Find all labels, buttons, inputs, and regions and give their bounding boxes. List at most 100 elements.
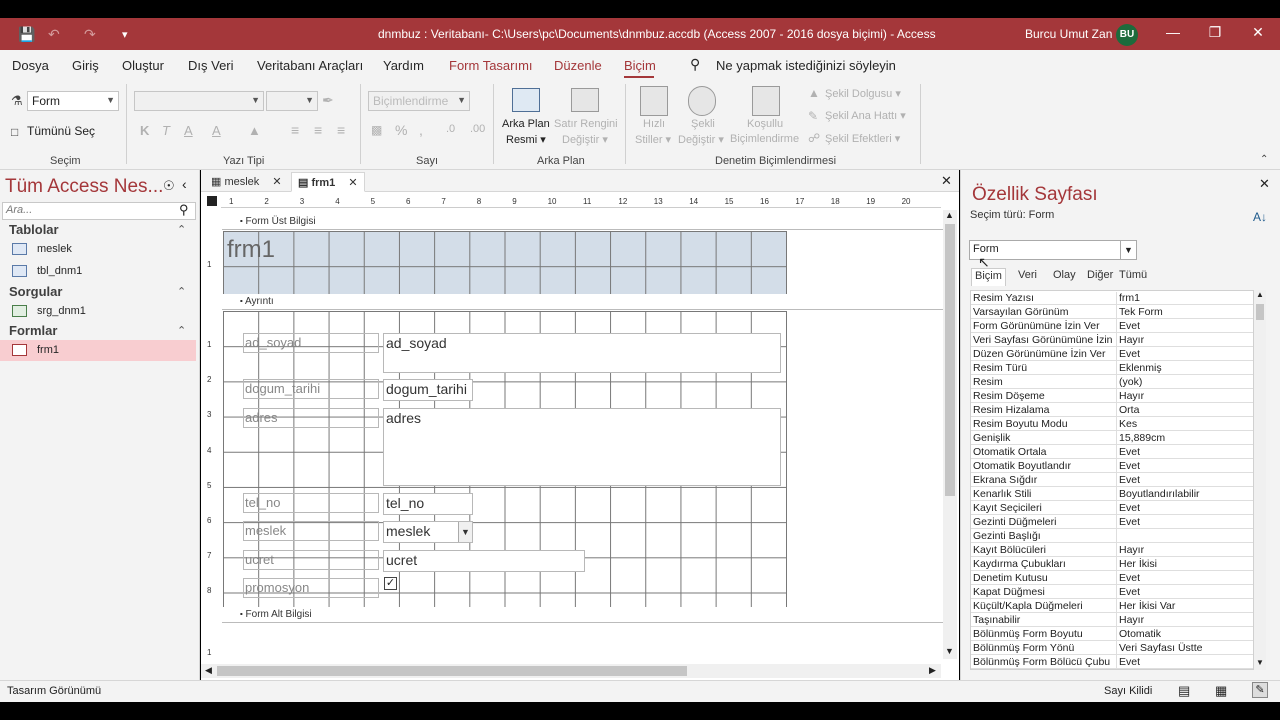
nav-item-srg-dnm1[interactable]: srg_dnm1 <box>0 301 196 322</box>
property-row[interactable]: Gezinti Düğmeleri Evet <box>971 515 1253 530</box>
property-value[interactable]: Tek Form <box>1116 306 1163 320</box>
property-value[interactable]: Hayır <box>1116 390 1144 404</box>
underline-icon[interactable]: A <box>184 123 193 138</box>
property-row[interactable]: Küçült/Kapla Düğmeleri Her İkisi Var <box>971 599 1253 614</box>
select-all-button[interactable]: Tümünü Seç <box>27 124 95 138</box>
property-value[interactable]: Evet <box>1116 656 1140 669</box>
italic-icon[interactable]: T <box>162 123 170 138</box>
property-value[interactable]: Otomatik <box>1116 628 1161 642</box>
property-row[interactable]: Resim Boyutu Modu Kes <box>971 417 1253 432</box>
tab-frm1[interactable]: ▤ frm1 ✕ <box>291 172 365 192</box>
scroll-left-icon[interactable]: ◀ <box>205 665 212 676</box>
collapse-ribbon-icon[interactable]: ⌃ <box>1260 154 1268 165</box>
property-value[interactable]: Boyutlandırılabilir <box>1116 488 1200 502</box>
shape-fill-button[interactable]: Şekil Dolgusu ▾ <box>825 87 901 100</box>
property-row[interactable]: Otomatik Ortala Evet <box>971 445 1253 460</box>
property-value[interactable]: 15,889cm <box>1116 432 1165 446</box>
nav-group-queries[interactable]: Sorgular <box>9 284 62 299</box>
search-icon[interactable]: ⚲ <box>179 202 189 218</box>
property-row[interactable]: Kapat Düğmesi Evet <box>971 585 1253 600</box>
nav-menu-chevron-icon[interactable]: ☉ <box>163 178 175 194</box>
property-value[interactable]: Evet <box>1116 474 1140 488</box>
minimize-icon[interactable]: — <box>1158 24 1188 40</box>
property-row[interactable]: Veri Sayfası Görünümüne İzin Hayır <box>971 333 1253 348</box>
form-selector-box[interactable] <box>207 196 217 206</box>
form-header-grid[interactable] <box>223 231 787 294</box>
user-name[interactable]: Burcu Umut Zan <box>1025 27 1112 41</box>
horizontal-scrollbar[interactable]: ◀ ▶ <box>201 664 941 678</box>
property-row[interactable]: Resim Yazısı frm1 <box>971 291 1253 306</box>
property-value[interactable]: Evet <box>1116 460 1140 474</box>
save-icon[interactable]: 💾 <box>18 26 35 43</box>
property-row[interactable]: Gezinti Başlığı <box>971 529 1253 544</box>
format-painter-icon[interactable]: ✒ <box>322 92 334 109</box>
form-view-icon[interactable]: ▤ <box>1178 683 1190 699</box>
property-value[interactable]: Hayır <box>1116 614 1144 628</box>
vertical-scrollbar[interactable]: ▲ ▼ <box>943 210 957 659</box>
undo-icon[interactable]: ↶ <box>48 26 60 43</box>
redo-icon[interactable]: ↷ <box>84 26 96 43</box>
tab-meslek[interactable]: ▦ meslek ✕ <box>205 172 288 192</box>
textbox-ucret[interactable]: ucret <box>383 550 585 572</box>
label-tel-no[interactable]: tel_no <box>243 493 379 513</box>
tell-me-box[interactable]: Ne yapmak istediğinizi söyleyin <box>716 58 896 73</box>
label-promosyon[interactable]: promosyon <box>243 578 379 598</box>
shape-outline-button[interactable]: Şekil Ana Hattı ▾ <box>825 109 906 122</box>
property-value[interactable]: Hayır <box>1116 544 1144 558</box>
alt-row-label-2[interactable]: Değiştir ▾ <box>562 133 608 146</box>
quick-styles-label-2[interactable]: Stiller ▾ <box>635 133 671 146</box>
align-left-icon[interactable]: ≡ <box>291 122 299 138</box>
customize-quick-access-icon[interactable]: ▾ <box>122 28 128 41</box>
chevron-down-icon[interactable]: ▼ <box>1120 241 1136 259</box>
property-row[interactable]: Resim Döşeme Hayır <box>971 389 1253 404</box>
chevron-up-icon[interactable]: ⌃ <box>177 223 186 236</box>
tab-tumu[interactable]: Tümü <box>1116 268 1150 286</box>
background-image-label-1[interactable]: Arka Plan <box>502 118 550 130</box>
textbox-tel-no[interactable]: tel_no <box>383 493 473 515</box>
vertical-scroll-thumb[interactable] <box>945 224 955 496</box>
property-row[interactable]: Form Görünümüne İzin Ver Evet <box>971 319 1253 334</box>
chevron-up-icon[interactable]: ⌃ <box>177 324 186 337</box>
background-image-label-2[interactable]: Resmi ▾ <box>506 133 546 146</box>
chevron-down-icon[interactable]: ▼ <box>458 522 472 542</box>
change-shape-label-1[interactable]: Şekli <box>691 118 715 130</box>
property-row[interactable]: Bölünmüş Form Bölücü Çubu Evet <box>971 655 1253 669</box>
fill-color-icon[interactable]: ▲ <box>248 123 261 138</box>
checkbox-promosyon[interactable]: ✓ <box>384 577 397 590</box>
textbox-ad-soyad[interactable]: ad_soyad <box>383 333 781 373</box>
property-row[interactable]: Bölünmüş Form Yönü Veri Sayfası Üstte <box>971 641 1253 656</box>
property-row[interactable]: Düzen Görünümüne İzin Ver Evet <box>971 347 1253 362</box>
footer-section-bar[interactable]: ⬝ Form Alt Bilgisi <box>222 607 944 623</box>
nav-group-tables[interactable]: Tablolar <box>9 222 59 237</box>
label-meslek[interactable]: meslek <box>243 521 379 541</box>
shape-effects-button[interactable]: Şekil Efektleri ▾ <box>825 132 900 145</box>
textbox-adres[interactable]: adres <box>383 408 781 486</box>
scroll-up-icon[interactable]: ▲ <box>945 210 954 220</box>
increase-decimal-icon[interactable]: .0 <box>446 123 455 135</box>
horizontal-ruler[interactable]: 1 2 3 4 5 6 7 8 9 10 11 12 13 14 15 16 17 18 19 20 <box>221 196 941 208</box>
property-row[interactable]: Resim Hizalama Orta <box>971 403 1253 418</box>
tab-diger[interactable]: Diğer <box>1084 268 1116 286</box>
quick-styles-label-1[interactable]: Hızlı <box>643 118 665 130</box>
label-adres[interactable]: adres <box>243 408 379 428</box>
chevron-up-icon[interactable]: ⌃ <box>177 285 186 298</box>
comma-icon[interactable]: , <box>419 122 423 138</box>
sort-icon[interactable]: A↓ <box>1253 210 1267 224</box>
horizontal-scroll-thumb[interactable] <box>217 666 687 676</box>
close-tab-icon[interactable]: ✕ <box>348 177 357 189</box>
layout-view-icon[interactable]: ▦ <box>1215 683 1227 699</box>
conditional-label-1[interactable]: Koşullu <box>747 118 783 130</box>
menu-giris[interactable]: Giriş <box>72 58 99 73</box>
property-row[interactable]: Otomatik Boyutlandır Evet <box>971 459 1253 474</box>
property-value[interactable]: Her İkisi <box>1116 558 1157 572</box>
nav-group-forms[interactable]: Formlar <box>9 323 57 338</box>
tab-olay[interactable]: Olay <box>1050 268 1079 286</box>
property-row[interactable]: Resim Türü Eklenmiş <box>971 361 1253 376</box>
nav-title[interactable]: Tüm Access Nes... <box>5 176 163 198</box>
menu-olustur[interactable]: Oluştur <box>122 58 164 73</box>
design-view-icon[interactable]: ✎ <box>1252 682 1268 698</box>
menu-yardim[interactable]: Yardım <box>383 58 424 73</box>
property-row[interactable]: Kaydırma Çubukları Her İkisi <box>971 557 1253 572</box>
label-ucret[interactable]: ucret <box>243 550 379 570</box>
property-value[interactable]: Her İkisi Var <box>1116 600 1175 614</box>
